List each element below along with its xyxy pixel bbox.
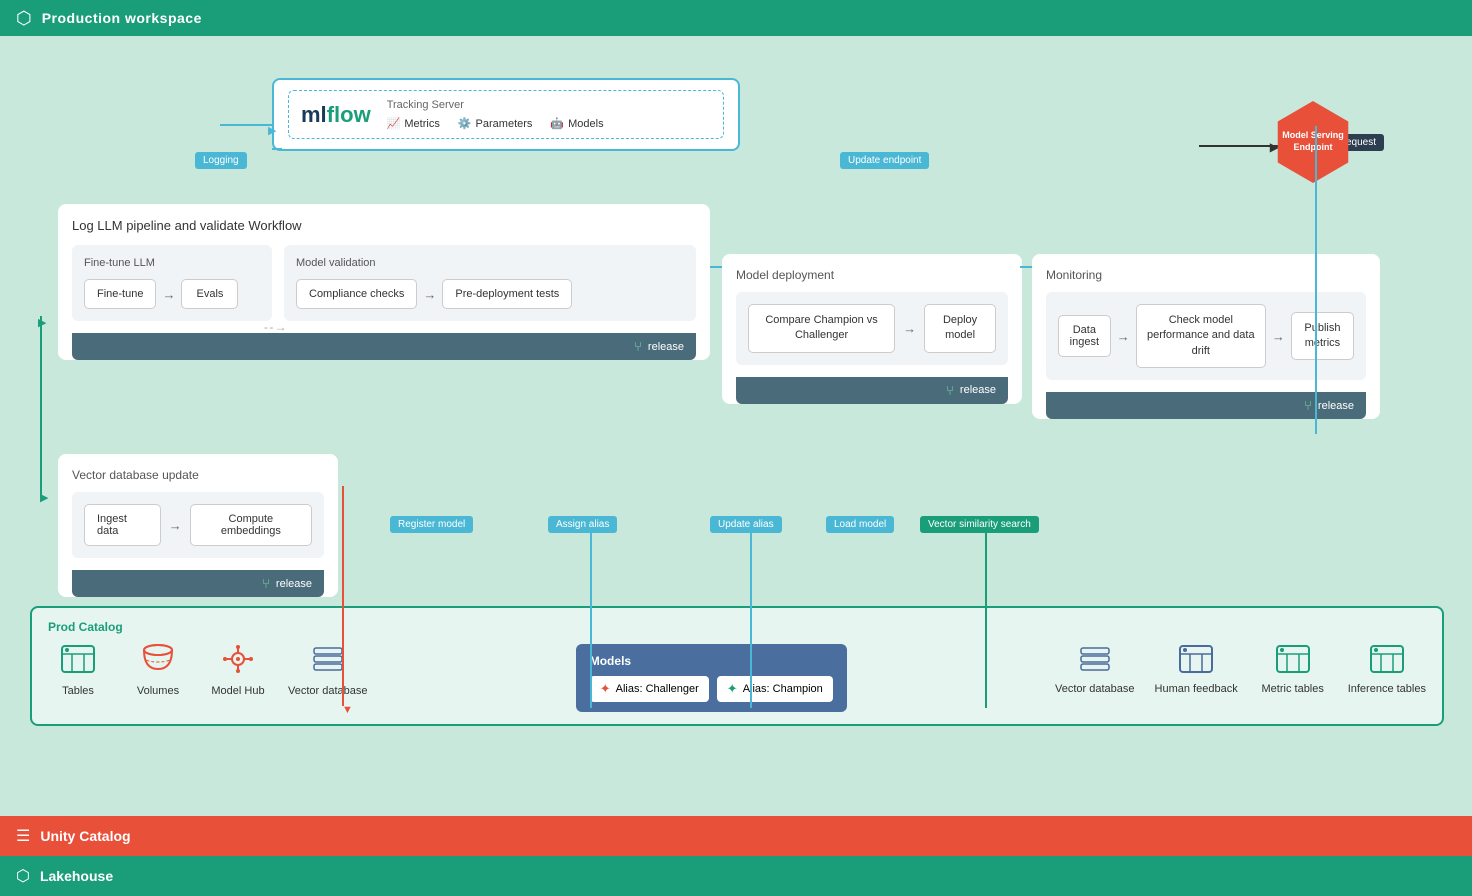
vector-db-box: Vector database update Ingest data → Com… xyxy=(58,454,338,597)
workflow-title: Log LLM pipeline and validate Workflow xyxy=(72,218,696,233)
deployment-title: Model deployment xyxy=(736,268,1008,282)
models-box: Models ✦ Alias: Challenger ✦ Alias: Cham… xyxy=(576,644,847,712)
vector-db-title: Vector database update xyxy=(72,468,324,482)
catalog-inference-tables: Inference tables xyxy=(1348,644,1426,695)
workflow-box: Log LLM pipeline and validate Workflow F… xyxy=(58,204,710,360)
compute-embeddings-node: Compute embeddings xyxy=(190,504,312,546)
catalog-tables-label: Tables xyxy=(62,685,94,697)
load-model-badge: Load model xyxy=(826,516,894,533)
evals-node: Evals xyxy=(181,279,238,309)
catalog-vector-db-left: Vector database xyxy=(288,644,368,697)
ingest-data-node: Ingest data xyxy=(84,504,161,546)
vector-similarity-badge: Vector similarity search xyxy=(920,516,1039,533)
tracking-server-label: Tracking Server xyxy=(387,99,711,111)
catalog-inference-tables-label: Inference tables xyxy=(1348,683,1426,695)
deployment-box: Model deployment Compare Champion vs Cha… xyxy=(722,254,1022,404)
lakehouse-icon: ⬡ xyxy=(16,866,30,886)
monitoring-release-label: release xyxy=(1318,400,1354,412)
mlflow-tracking-box: mlflow Tracking Server 📈 Metrics ⚙️ Para… xyxy=(272,78,740,151)
alias-challenger: ✦ Alias: Challenger xyxy=(590,676,709,702)
vector-release-bar: ⑂ release xyxy=(72,570,324,597)
catalog-human-feedback: Human feedback xyxy=(1155,644,1238,695)
mlflow-logo: mlflow xyxy=(301,102,371,128)
publish-metrics-node: Publish metrics xyxy=(1291,312,1354,361)
catalog-model-hub-label: Model Hub xyxy=(211,685,264,697)
models-title: Models xyxy=(590,654,833,668)
top-bar: ⬡ Production workspace xyxy=(0,0,1472,36)
deployment-release-label: release xyxy=(960,384,996,396)
catalog-metric-tables-label: Metric tables xyxy=(1262,683,1324,695)
deploy-node: Deploy model xyxy=(924,304,996,353)
alias-champion: ✦ Alias: Champion xyxy=(717,676,833,702)
serving-endpoint: Model Serving Endpoint xyxy=(1272,101,1354,183)
lakehouse-label: Lakehouse xyxy=(40,868,113,884)
catalog-volumes-label: Volumes xyxy=(137,685,179,697)
prod-catalog-title: Prod Catalog xyxy=(48,620,1426,634)
catalog-tables: Tables xyxy=(48,644,108,697)
tracking-parameters: ⚙️ Parameters xyxy=(458,117,533,130)
unity-catalog-label: Unity Catalog xyxy=(40,828,130,844)
update-alias-badge: Update alias xyxy=(710,516,782,533)
serving-endpoint-label: Model Serving Endpoint xyxy=(1280,130,1346,153)
tracking-metrics: 📈 Metrics xyxy=(387,117,440,130)
update-endpoint-badge: Update endpoint xyxy=(840,152,929,169)
data-ingest-node: Data ingest xyxy=(1058,315,1111,357)
assign-alias-badge: Assign alias xyxy=(548,516,617,533)
catalog-vector-db-label: Vector database xyxy=(288,685,368,697)
lakehouse-bar: ⬡ Lakehouse xyxy=(0,856,1472,896)
deployment-release-bar: ⑂ release xyxy=(736,377,1008,404)
prod-catalog: Prod Catalog Tables Volumes xyxy=(30,606,1444,726)
unity-catalog-icon: ☰ xyxy=(16,826,30,846)
main-canvas: mlflow Tracking Server 📈 Metrics ⚙️ Para… xyxy=(0,36,1472,816)
compliance-node: Compliance checks xyxy=(296,279,417,309)
catalog-model-hub: Model Hub xyxy=(208,644,268,697)
monitoring-release-bar: ⑂ release xyxy=(1046,392,1366,419)
catalog-volumes: Volumes xyxy=(128,644,188,697)
workflow-release-label: release xyxy=(648,341,684,353)
validation-section: Model validation Compliance checks → Pre… xyxy=(284,245,696,321)
catalog-vector-db-right: Vector database xyxy=(1055,644,1135,695)
vector-release-label: release xyxy=(276,578,312,590)
unity-catalog-bar: ☰ Unity Catalog xyxy=(0,816,1472,856)
validation-title: Model validation xyxy=(296,257,684,269)
workspace-title: Production workspace xyxy=(42,10,202,26)
catalog-vector-right-label: Vector database xyxy=(1055,683,1135,695)
finetune-title: Fine-tune LLM xyxy=(84,257,260,269)
predeployment-node: Pre-deployment tests xyxy=(442,279,572,309)
register-model-badge: Register model xyxy=(390,516,473,533)
monitoring-box: Monitoring Data ingest → Check model per… xyxy=(1032,254,1380,419)
logging-badge: Logging xyxy=(195,152,247,169)
workspace-icon: ⬡ xyxy=(16,8,32,29)
finetune-node: Fine-tune xyxy=(84,279,156,309)
monitoring-title: Monitoring xyxy=(1046,268,1366,282)
compare-node: Compare Champion vs Challenger xyxy=(748,304,895,353)
workflow-release-bar: ⑂ release xyxy=(72,333,696,360)
check-model-node: Check model performance and data drift xyxy=(1136,304,1266,368)
finetune-section: Fine-tune LLM Fine-tune → Evals xyxy=(72,245,272,321)
catalog-metric-tables: Metric tables xyxy=(1258,644,1328,695)
catalog-human-feedback-label: Human feedback xyxy=(1155,683,1238,695)
tracking-models: 🤖 Models xyxy=(550,117,603,130)
